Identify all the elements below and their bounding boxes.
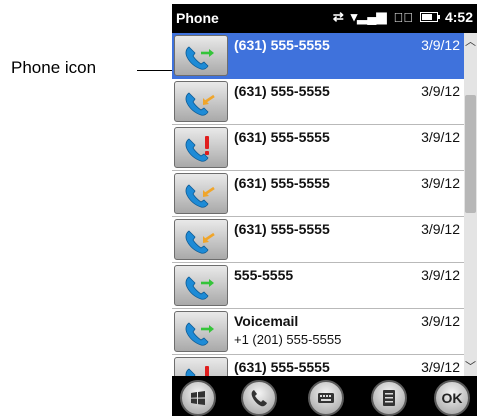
phone-icon-button[interactable] bbox=[174, 357, 228, 376]
phone-icon-button[interactable] bbox=[174, 35, 228, 76]
app-title: Phone bbox=[176, 10, 219, 26]
menu-icon bbox=[383, 390, 395, 406]
call-log-row-2[interactable]: (631) 555-5555 3/9/12 bbox=[172, 79, 464, 125]
windows-start-icon bbox=[191, 391, 205, 405]
outgoing-call-icon bbox=[185, 46, 214, 70]
call-log-row-8[interactable]: (631) 555-5555 3/9/12 bbox=[172, 355, 464, 376]
phone-screen: Phone ⇄ ▾▂▄▆ ◀ﾞ 4:52 (631) 555-5555 3/9/… bbox=[172, 4, 477, 416]
call-name: (631) 555-5555 bbox=[234, 83, 330, 99]
keyboard-button[interactable] bbox=[308, 380, 344, 416]
call-date: 3/9/12 bbox=[421, 221, 460, 237]
missed-call-icon bbox=[185, 366, 209, 376]
call-date: 3/9/12 bbox=[421, 175, 460, 191]
data-connection-icon: ⇄ bbox=[332, 9, 344, 24]
scroll-thumb[interactable] bbox=[465, 95, 476, 213]
call-date: 3/9/12 bbox=[421, 359, 460, 375]
call-log-row-7[interactable]: Voicemail 3/9/12 +1 (201) 555-5555 bbox=[172, 309, 464, 355]
callout-label: Phone icon bbox=[11, 58, 97, 77]
call-name: Voicemail bbox=[234, 313, 299, 329]
status-bar: Phone ⇄ ▾▂▄▆ ◀ﾞ 4:52 bbox=[172, 4, 477, 33]
call-name: (631) 555-5555 bbox=[234, 175, 330, 191]
incoming-call-icon bbox=[185, 230, 215, 254]
signal-strength-icon: ▾▂▄▆ bbox=[350, 9, 387, 24]
call-log-row-5[interactable]: (631) 555-5555 3/9/12 bbox=[172, 217, 464, 263]
phone-button[interactable] bbox=[241, 380, 277, 416]
menu-button[interactable] bbox=[371, 380, 407, 416]
call-log-row-6[interactable]: 555-5555 3/9/12 bbox=[172, 263, 464, 309]
incoming-call-icon bbox=[185, 184, 215, 208]
scroll-down-arrow-icon[interactable]: ﹀ bbox=[464, 358, 477, 376]
phone-icon bbox=[251, 390, 267, 407]
status-icons: ⇄ ▾▂▄▆ ◀ﾞ 4:52 bbox=[333, 9, 473, 25]
phone-icon-button[interactable] bbox=[174, 173, 228, 214]
speaker-icon: ◀ﾞ bbox=[393, 9, 413, 25]
call-history-list: (631) 555-5555 3/9/12 (631) 555-5555 3/9… bbox=[172, 33, 464, 376]
call-date: 3/9/12 bbox=[421, 83, 460, 99]
keyboard-icon bbox=[318, 393, 334, 403]
call-name: (631) 555-5555 bbox=[234, 359, 330, 375]
battery-icon bbox=[419, 12, 440, 22]
call-date: 3/9/12 bbox=[421, 267, 460, 283]
call-name: (631) 555-5555 bbox=[234, 37, 330, 53]
outgoing-call-icon bbox=[185, 322, 214, 346]
call-name: 555-5555 bbox=[234, 267, 294, 283]
phone-icon-button[interactable] bbox=[174, 219, 228, 260]
phone-icon-button[interactable] bbox=[174, 127, 228, 168]
phone-icon-button[interactable] bbox=[174, 265, 228, 306]
phone-icon-button[interactable] bbox=[174, 81, 228, 122]
clock-time: 4:52 bbox=[444, 9, 473, 25]
softkey-bar: OK bbox=[172, 376, 477, 416]
windows-start-button[interactable] bbox=[180, 380, 216, 416]
call-date: 3/9/12 bbox=[421, 313, 460, 329]
call-log-row-4[interactable]: (631) 555-5555 3/9/12 bbox=[172, 171, 464, 217]
call-log-row-1[interactable]: (631) 555-5555 3/9/12 bbox=[172, 33, 464, 79]
call-log-row-3[interactable]: (631) 555-5555 3/9/12 bbox=[172, 125, 464, 171]
scroll-up-arrow-icon[interactable]: ︿ bbox=[464, 33, 477, 51]
call-number: +1 (201) 555-5555 bbox=[234, 332, 342, 347]
ok-label: OK bbox=[441, 390, 463, 406]
callout-line bbox=[137, 70, 175, 71]
scrollbar[interactable]: ︿ ﹀ bbox=[464, 33, 477, 376]
phone-icon-button[interactable] bbox=[174, 311, 228, 352]
call-name: (631) 555-5555 bbox=[234, 129, 330, 145]
call-date: 3/9/12 bbox=[421, 129, 460, 145]
incoming-call-icon bbox=[185, 92, 215, 116]
call-date: 3/9/12 bbox=[421, 37, 460, 53]
call-name: (631) 555-5555 bbox=[234, 221, 330, 237]
missed-call-icon bbox=[185, 136, 209, 162]
outgoing-call-icon bbox=[185, 276, 214, 300]
ok-button[interactable]: OK bbox=[434, 380, 470, 416]
